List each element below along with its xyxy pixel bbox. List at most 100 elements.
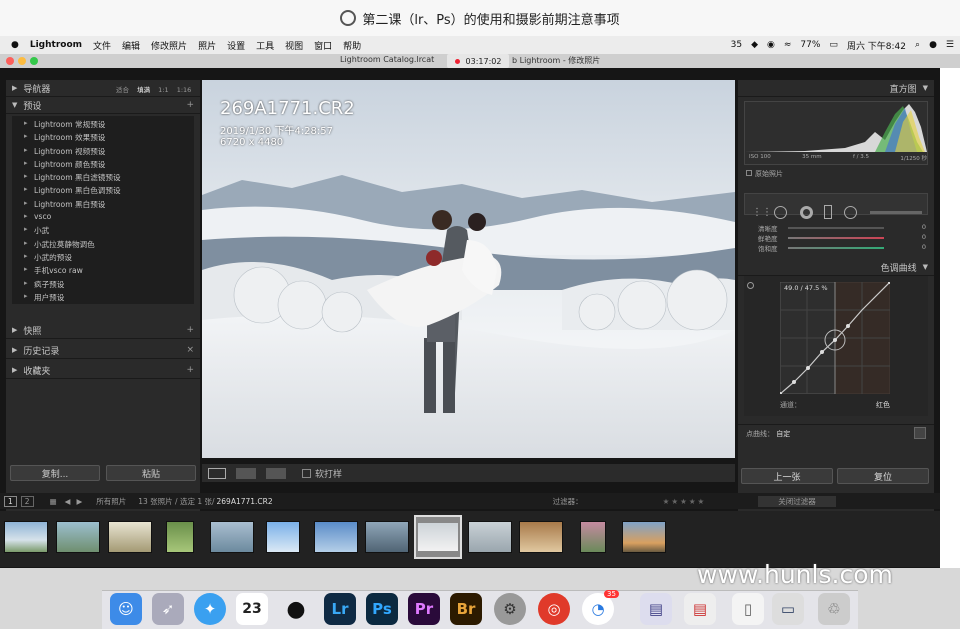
thumbnail[interactable] [4,521,48,553]
list-icon[interactable]: ☰ [946,40,954,50]
rating-filter-stars[interactable]: ★★★★★ [663,497,707,506]
redeye-icon[interactable] [800,206,813,219]
target-adjust-icon[interactable] [747,282,754,289]
monitor-2-button[interactable]: 2 [20,495,34,507]
qq-icon[interactable]: ● [280,593,312,625]
menu-lightroom[interactable]: Lightroom [30,40,82,50]
spot-removal-icon[interactable] [774,206,787,219]
list-item[interactable]: 用户预设 [12,292,194,305]
menu-window[interactable]: 窗口 [314,39,332,52]
zoom-fill[interactable]: 填满 [137,86,150,94]
thumbnail[interactable] [56,521,100,553]
menu-edit[interactable]: 编辑 [122,39,140,52]
previous-button[interactable]: 上一张 [741,468,833,484]
snapshots-header[interactable]: ▶ 快照 + [6,322,200,339]
reset-button[interactable]: 复位 [837,468,929,484]
clarity-slider[interactable]: 清晰度 0 [738,223,934,233]
list-item[interactable]: 小武 [12,225,194,238]
slider-value[interactable]: 0 [922,243,926,251]
presets-header[interactable]: ▼ 预设 + [6,97,200,114]
loupe-view-icon[interactable] [208,467,226,479]
tone-curve-graph[interactable] [780,282,890,394]
forward-icon[interactable]: ▶ [76,497,82,506]
netease-music-icon[interactable]: ◎ [538,593,570,625]
list-item[interactable]: Lightroom 效果预设 [12,132,194,145]
menu-settings[interactable]: 设置 [227,39,245,52]
clear-history-icon[interactable]: × [186,345,194,355]
vibrance-slider[interactable]: 鲜艳度 0 [738,233,934,243]
menu-develop[interactable]: 修改照片 [151,39,187,52]
list-item[interactable]: 手机vsco raw [12,265,194,278]
flag-icon[interactable]: ▭ [829,40,838,50]
zoom-1-16[interactable]: 1:16 [177,86,192,94]
menu-photo[interactable]: 照片 [198,39,216,52]
back-icon[interactable]: ◀ [65,497,71,506]
channel-select[interactable]: 红色 [876,400,890,410]
slider-track[interactable] [788,227,884,229]
navigator-header[interactable]: ▶ 导航器 适合 填满 1:1 1:16 [6,80,200,97]
clock-text[interactable]: 周六 下午8:42 [847,39,906,52]
history-header[interactable]: ▶ 历史记录 × [6,342,200,359]
apple-icon[interactable]: ● [11,40,19,50]
list-item[interactable]: Lightroom 黑白滤镜预设 [12,172,194,185]
finder-icon[interactable]: ☺ [110,593,142,625]
thumbnail[interactable] [580,521,606,553]
list-item[interactable]: Lightroom 黑白色调预设 [12,185,194,198]
zoom-1-1[interactable]: 1:1 [158,86,168,94]
slider-track[interactable] [788,237,884,239]
list-item[interactable]: Lightroom 颜色预设 [12,159,194,172]
add-snapshot-icon[interactable]: + [186,325,194,335]
saturation-slider[interactable]: 饱和度 0 [738,243,934,253]
histogram[interactable]: ISO 100 35 mm f / 3.5 1/1250 秒 [744,101,928,165]
premiere-app-icon[interactable]: Pr [408,593,440,625]
siri-icon[interactable]: ● [929,40,937,50]
copy-button[interactable]: 复制... [10,465,100,481]
thumbnail[interactable] [108,521,152,553]
thumbnail[interactable] [365,521,409,553]
status-badge[interactable]: 35 [731,40,742,50]
list-item[interactable]: Lightroom 常规预设 [12,119,194,132]
close-icon[interactable] [6,57,14,65]
softproof-checkbox[interactable] [302,468,311,478]
photoshop-app-icon[interactable]: Ps [366,593,398,625]
before-after-icon[interactable] [236,467,256,479]
slider-value[interactable]: 0 [922,233,926,241]
thumbnail[interactable] [468,521,512,553]
thumbnail[interactable] [210,521,254,553]
battery-level[interactable]: 77% [800,40,820,50]
crop-icon[interactable]: ⋮⋮ [752,207,772,218]
edit-curve-icon[interactable] [914,427,926,439]
minimize-icon[interactable] [18,57,26,65]
list-item[interactable]: 疯子预设 [12,279,194,292]
source-label[interactable]: 所有照片 [96,496,126,507]
graduated-filter-icon[interactable] [824,205,832,219]
launchpad-icon[interactable]: ➶ [152,593,184,625]
lightroom-app-icon[interactable]: Lr [324,593,356,625]
grid-icon[interactable]: ▦ [50,497,57,506]
trash-icon[interactable]: ♲ [818,593,850,625]
tone-curve-header[interactable]: 色调曲线 ▼ [738,259,934,276]
window-thumbnail-icon[interactable]: ▤ [640,593,672,625]
radial-filter-icon[interactable] [844,206,857,219]
wifi-icon[interactable]: ≈ [784,40,792,50]
zoom-icon[interactable] [30,57,38,65]
calendar-icon[interactable]: 23 [236,593,268,625]
menu-view[interactable]: 视图 [285,39,303,52]
window-thumbnail-icon[interactable]: ▤ [684,593,716,625]
paste-button[interactable]: 粘贴 [106,465,196,481]
document-icon[interactable]: ▯ [732,593,764,625]
zoom-options[interactable]: 适合 填满 1:1 1:16 [116,84,191,94]
screen-icon[interactable]: ▭ [772,593,804,625]
monitor-1-button[interactable]: 1 [4,495,17,507]
thumbnail[interactable] [166,521,194,553]
list-item[interactable]: 小武的预设 [12,252,194,265]
slider-track[interactable] [788,247,884,249]
filter-select[interactable]: 关闭过滤器 [758,495,836,507]
point-curve-select[interactable]: 自定 [776,430,790,438]
slider-value[interactable]: 0 [922,223,926,231]
brush-slider[interactable] [870,211,922,214]
before-after-menu-icon[interactable] [266,467,286,479]
search-icon[interactable]: ⌕ [915,40,920,50]
original-photo-toggle[interactable]: 原始照片 [746,169,934,179]
list-item[interactable]: Lightroom 视频预设 [12,146,194,159]
